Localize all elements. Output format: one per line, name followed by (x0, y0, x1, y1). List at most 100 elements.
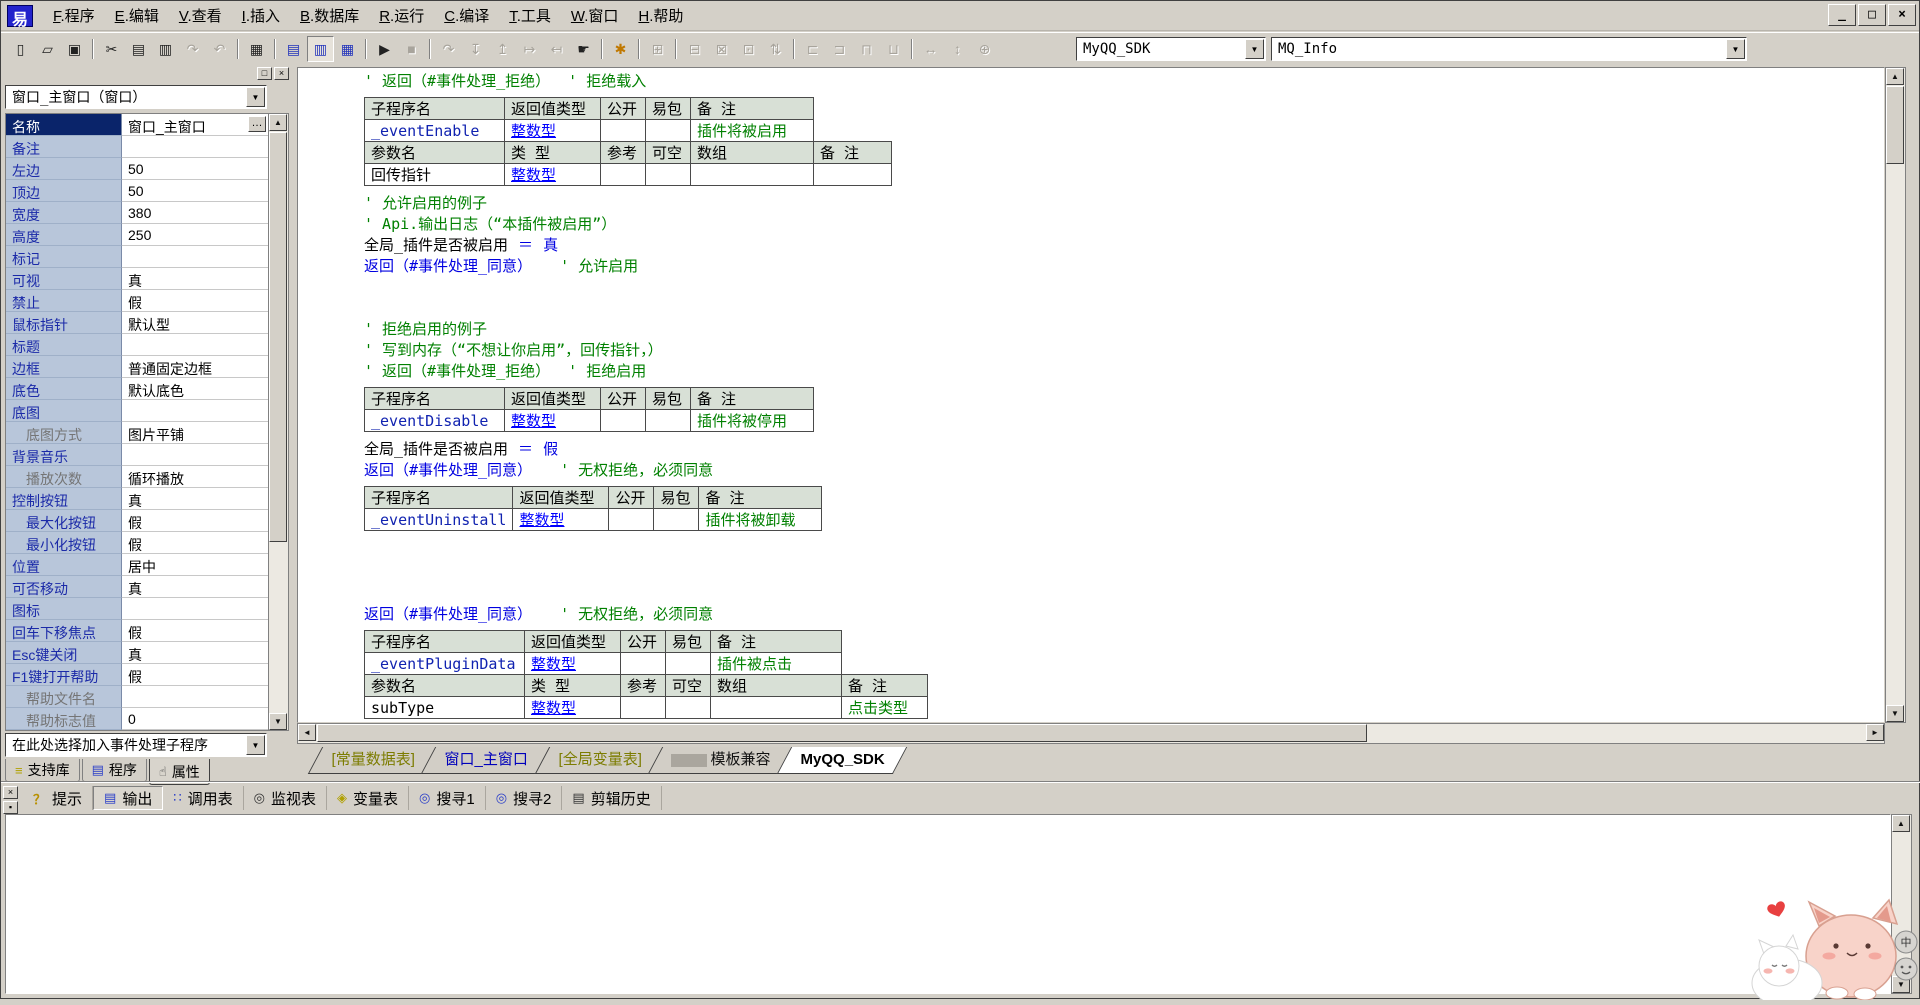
ime-badge[interactable]: 中 (1895, 931, 1917, 953)
property-value[interactable]: … (122, 598, 268, 620)
tab-output[interactable]: ▤ 输出 (93, 786, 163, 810)
tab-main-window[interactable]: 窗口_主窗口 (421, 747, 551, 774)
property-row[interactable]: 左边 50… (6, 158, 268, 180)
return-type-cell[interactable]: 整数型 (505, 120, 601, 142)
scroll-right-button[interactable]: ► (1866, 724, 1884, 741)
property-row[interactable]: 底图方式 图片平铺… (6, 422, 268, 444)
property-row[interactable]: 播放次数 循环播放… (6, 466, 268, 488)
property-row[interactable]: Esc键关闭 真… (6, 642, 268, 664)
nullable-cell[interactable] (666, 697, 711, 719)
align-bottom-button[interactable]: ⊔ (880, 36, 907, 62)
cut-button[interactable]: ✂ (98, 36, 125, 62)
menu-run[interactable]: R.运行 (369, 1, 434, 30)
property-row[interactable]: 回车下移焦点 假… (6, 620, 268, 642)
event-handler-selector[interactable]: 在此处选择加入事件处理子程序 ▼ (5, 733, 267, 757)
swap-lines-button[interactable]: ⇅ (762, 36, 789, 62)
menu-view[interactable]: V.查看 (169, 1, 232, 30)
property-row[interactable]: 备注 … (6, 136, 268, 158)
property-row[interactable]: 高度 250… (6, 224, 268, 246)
epackage-cell[interactable] (654, 509, 699, 531)
panel-header[interactable]: □ × (3, 67, 291, 83)
property-row[interactable]: 标记 … (6, 246, 268, 268)
property-row[interactable]: 禁止 假… (6, 290, 268, 312)
property-row[interactable]: 宽度 380… (6, 202, 268, 224)
property-row[interactable]: F1键打开帮助 假… (6, 664, 268, 686)
component-selector[interactable]: 窗口_主窗口（窗口） ▼ (5, 85, 267, 109)
hook-wizard-button[interactable]: ✱ (607, 36, 634, 62)
property-row[interactable]: 背景音乐 … (6, 444, 268, 466)
property-value[interactable]: 默认底色… (122, 378, 268, 400)
param-name-cell[interactable]: 回传指针 (365, 164, 505, 186)
menu-help[interactable]: H.帮助 (628, 1, 693, 30)
epackage-cell[interactable] (646, 120, 691, 142)
property-row[interactable]: 可否移动 真… (6, 576, 268, 598)
save-button[interactable]: ▣ (61, 36, 88, 62)
tab-call-table[interactable]: ∷ 调用表 (163, 786, 243, 810)
stop-button[interactable]: ■ (398, 36, 425, 62)
break-button[interactable]: ↤ (543, 36, 570, 62)
chevron-down-icon[interactable]: ▼ (1726, 39, 1745, 59)
property-row[interactable]: 可视 真… (6, 268, 268, 290)
menu-compile[interactable]: C.编译 (434, 1, 499, 30)
property-row[interactable]: 帮助标志值 0… (6, 708, 268, 730)
scroll-left-button[interactable]: ◄ (298, 724, 316, 741)
remark-cell[interactable]: 插件将被卸载 (699, 509, 822, 531)
append-line-button[interactable]: ⊠ (708, 36, 735, 62)
property-row[interactable]: 图标 … (6, 598, 268, 620)
property-value[interactable]: 真… (122, 642, 268, 664)
property-row[interactable]: 边框 普通固定边框… (6, 356, 268, 378)
scroll-down-button[interactable]: ▼ (269, 713, 287, 730)
editor-vertical-scrollbar[interactable]: ▲ ▼ (1885, 67, 1906, 723)
paste-button[interactable]: ▥ (152, 36, 179, 62)
tab-myqq-sdk[interactable]: MyQQ_SDK (777, 747, 908, 774)
property-value[interactable]: 真… (122, 488, 268, 510)
tab-clip-history[interactable]: ▤ 剪辑历史 (562, 786, 661, 810)
property-value[interactable]: 假… (122, 620, 268, 642)
property-value[interactable]: 循环播放… (122, 466, 268, 488)
scrollbar-thumb[interactable] (317, 724, 1367, 742)
menu-tools[interactable]: T.工具 (499, 1, 561, 30)
remark-cell[interactable]: 插件被点击 (711, 653, 842, 675)
tab-constant-table[interactable]: [常量数据表] (308, 747, 438, 774)
chevron-down-icon[interactable]: ▼ (246, 735, 265, 755)
data-table-button[interactable]: ▦ (243, 36, 270, 62)
param-name-cell[interactable]: subType (365, 697, 525, 719)
property-value[interactable]: 50… (122, 180, 268, 202)
tab-hint[interactable]: ？ 提示 (23, 786, 93, 810)
property-value[interactable]: … (122, 400, 268, 422)
align-top-button[interactable]: ⊓ (853, 36, 880, 62)
menu-window[interactable]: W.窗口 (561, 1, 629, 30)
scroll-up-button[interactable]: ▲ (1892, 815, 1910, 832)
close-button[interactable]: × (1888, 4, 1916, 26)
pet-menu-badge[interactable] (1895, 958, 1917, 980)
public-cell[interactable] (621, 653, 666, 675)
tab-search-2[interactable]: ◎ 搜寻2 (486, 786, 563, 810)
property-value[interactable]: 假… (122, 532, 268, 554)
ref-cell[interactable] (601, 164, 646, 186)
tab-global-variables[interactable]: [全局变量表] (535, 747, 665, 774)
ref-cell[interactable] (621, 697, 666, 719)
restore-button[interactable]: □ (1858, 4, 1886, 26)
step-into-button[interactable]: ↧ (462, 36, 489, 62)
param-type-cell[interactable]: 整数型 (505, 164, 601, 186)
property-value[interactable]: … (122, 246, 268, 268)
scrollbar-thumb[interactable] (1886, 86, 1904, 164)
property-value[interactable]: 250… (122, 224, 268, 246)
tab-program[interactable]: ▤ 程序 (82, 759, 147, 782)
minimize-button[interactable]: _ (1828, 4, 1856, 26)
project-combo[interactable]: MyQQ_SDK ▼ (1076, 37, 1266, 61)
chevron-down-icon[interactable]: ▼ (1245, 39, 1264, 59)
module-combo[interactable]: MQ_Info ▼ (1271, 37, 1747, 61)
property-value[interactable]: 380… (122, 202, 268, 224)
epackage-cell[interactable] (646, 410, 691, 432)
property-row[interactable]: 最大化按钮 假… (6, 510, 268, 532)
property-grid-scrollbar[interactable]: ▲ ▼ (269, 113, 289, 731)
tab-support-lib[interactable]: ≡ 支持库 (5, 759, 80, 782)
member-table-button[interactable]: ⊞ (644, 36, 671, 62)
property-value[interactable]: 假… (122, 510, 268, 532)
align-left-button[interactable]: ⊏ (799, 36, 826, 62)
layout-horizontal-button[interactable]: ▤ (280, 36, 307, 62)
remark-cell[interactable]: 插件将被停用 (691, 410, 814, 432)
remark-cell[interactable]: 点击类型 (842, 697, 928, 719)
editor-horizontal-scrollbar[interactable]: ◄ ► (297, 723, 1885, 744)
